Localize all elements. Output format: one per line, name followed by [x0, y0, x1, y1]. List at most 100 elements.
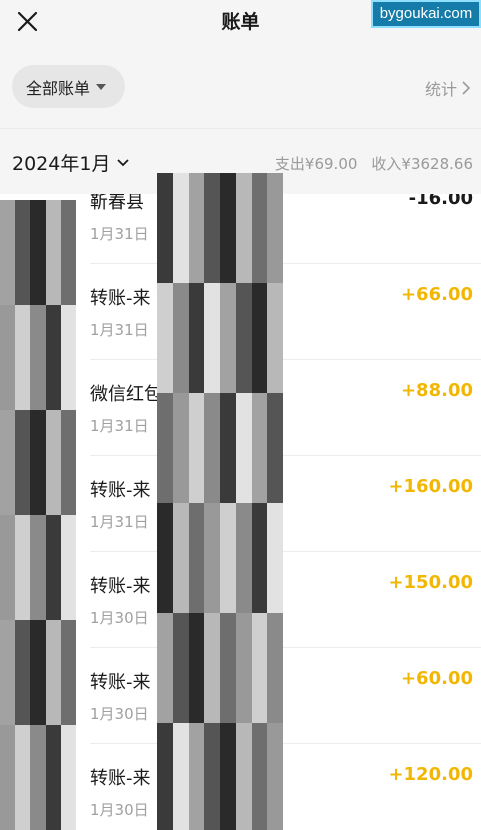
month-selector[interactable]: 2024年1月: [12, 149, 130, 176]
mosaic-cell: [172, 283, 189, 393]
mosaic-cell: [45, 620, 61, 725]
mosaic-cell: [15, 305, 31, 410]
mosaic-cell: [30, 305, 46, 410]
mosaic-cell: [220, 503, 236, 613]
mosaic-cell: [220, 613, 236, 723]
mosaic-cell: [235, 393, 252, 503]
transaction-date: 1月31日: [90, 225, 149, 243]
mosaic-cell: [204, 613, 220, 723]
mosaic-cell: [267, 173, 283, 283]
mosaic-cell: [60, 725, 76, 830]
transaction-amount: +160.00: [388, 476, 473, 497]
mosaic-cell: [15, 620, 31, 725]
mosaic-cell: [15, 410, 31, 515]
mosaic-cell: [188, 723, 205, 830]
mosaic-cell: [30, 515, 46, 620]
mosaic-cell: [30, 620, 46, 725]
mosaic-cell: [188, 173, 205, 283]
mosaic-cell: [0, 620, 16, 725]
mosaic-cell: [0, 200, 16, 305]
mosaic-cell: [15, 515, 31, 620]
mosaic-cell: [235, 723, 252, 830]
mosaic-cell: [188, 613, 205, 723]
mosaic-cell: [45, 305, 61, 410]
mosaic-cell: [204, 503, 220, 613]
mosaic-cell: [235, 173, 252, 283]
top-bar: 账单 bygoukai.com: [0, 0, 481, 46]
transaction-date: 1月31日: [90, 321, 149, 339]
transaction-date: 1月31日: [90, 417, 149, 435]
month-label: 2024年1月: [12, 153, 111, 175]
mosaic-cell: [251, 503, 268, 613]
mosaic-cell: [60, 410, 76, 515]
mosaic-cell: [60, 620, 76, 725]
transaction-date: 1月31日: [90, 513, 149, 531]
mosaic-cell: [157, 173, 173, 283]
mosaic-cell: [0, 410, 16, 515]
mosaic-cell: [60, 200, 76, 305]
mosaic-cell: [204, 173, 220, 283]
mosaic-cell: [157, 393, 173, 503]
mosaic-cell: [0, 305, 16, 410]
pixelated-mask-left: [0, 200, 76, 830]
mosaic-cell: [267, 723, 283, 830]
mosaic-cell: [204, 723, 220, 830]
mosaic-cell: [172, 503, 189, 613]
transaction-title: 靳春县: [90, 194, 144, 213]
mosaic-cell: [60, 305, 76, 410]
mosaic-cell: [251, 173, 268, 283]
mosaic-cell: [157, 503, 173, 613]
mosaic-cell: [30, 200, 46, 305]
mosaic-cell: [172, 393, 189, 503]
transaction-amount: +60.00: [400, 668, 473, 689]
mosaic-cell: [220, 723, 236, 830]
transaction-amount: +120.00: [388, 764, 473, 785]
mosaic-cell: [0, 725, 16, 830]
mosaic-cell: [235, 503, 252, 613]
mosaic-cell: [30, 725, 46, 830]
month-totals: 支出¥69.00 收入¥3628.66: [273, 153, 473, 174]
stats-label: 统计: [424, 80, 457, 99]
mosaic-cell: [251, 283, 268, 393]
mosaic-cell: [235, 283, 252, 393]
mosaic-cell: [251, 393, 268, 503]
mosaic-cell: [220, 283, 236, 393]
mosaic-cell: [251, 723, 268, 830]
mosaic-cell: [220, 173, 236, 283]
mosaic-cell: [267, 283, 283, 393]
mosaic-cell: [172, 173, 189, 283]
mosaic-cell: [251, 613, 268, 723]
mosaic-cell: [45, 515, 61, 620]
transaction-amount: +66.00: [400, 284, 473, 305]
watermark-badge: bygoukai.com: [371, 0, 481, 28]
mosaic-cell: [172, 723, 189, 830]
mosaic-cell: [45, 725, 61, 830]
mosaic-cell: [15, 725, 31, 830]
mosaic-cell: [45, 200, 61, 305]
mosaic-cell: [157, 723, 173, 830]
mosaic-cell: [30, 410, 46, 515]
mosaic-cell: [220, 393, 236, 503]
transaction-date: 1月30日: [90, 801, 149, 819]
mosaic-cell: [267, 393, 283, 503]
filter-bar: 全部账单 统计: [0, 46, 481, 128]
transaction-amount: -16.00: [408, 194, 473, 209]
mosaic-cell: [172, 613, 189, 723]
caret-down-icon: [96, 83, 107, 90]
transaction-amount: +88.00: [400, 380, 473, 401]
mosaic-cell: [188, 503, 205, 613]
chevron-right-icon: [462, 81, 471, 95]
mosaic-cell: [60, 515, 76, 620]
stats-link[interactable]: 统计: [425, 76, 471, 100]
mosaic-cell: [15, 200, 31, 305]
chevron-down-icon: [117, 158, 130, 166]
mosaic-cell: [157, 283, 173, 393]
mosaic-cell: [188, 393, 205, 503]
mosaic-cell: [267, 613, 283, 723]
mosaic-cell: [204, 283, 220, 393]
mosaic-cell: [235, 613, 252, 723]
mosaic-cell: [188, 283, 205, 393]
bill-filter-dropdown[interactable]: 全部账单: [12, 65, 125, 108]
transaction-amount: +150.00: [388, 572, 473, 593]
month-income: 收入¥3628.66: [371, 155, 473, 173]
